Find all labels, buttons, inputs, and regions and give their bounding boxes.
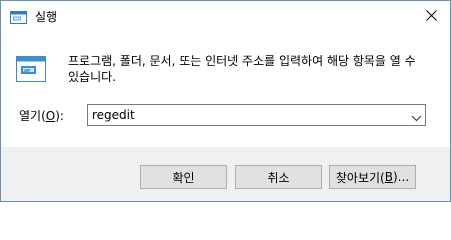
description-text: 프로그램, 폴더, 문서, 또는 인터넷 주소를 입력하여 해당 항목을 열 수… xyxy=(68,54,416,84)
ok-button-label: 확인 xyxy=(172,170,195,185)
open-label-suffix: ): xyxy=(55,109,64,123)
open-label: 열기(O): xyxy=(19,109,64,124)
window-title: 실행 xyxy=(35,10,58,24)
run-dialog-icon xyxy=(10,11,27,24)
open-label-prefix: 열기( xyxy=(19,109,46,123)
close-button[interactable] xyxy=(413,1,450,32)
ok-button[interactable]: 확인 xyxy=(140,165,227,189)
dialog-body: 프로그램, 폴더, 문서, 또는 인터넷 주소를 입력하여 해당 항목을 열 수… xyxy=(1,33,450,147)
cancel-button[interactable]: 취소 xyxy=(235,165,322,189)
chevron-down-icon[interactable] xyxy=(411,111,422,122)
run-dialog: 실행 프로그램, 폴더, 문서, 또는 인터넷 주소를 입력하여 해당 항목을 … xyxy=(0,0,451,202)
cancel-button-label: 취소 xyxy=(267,170,290,185)
close-icon xyxy=(426,9,437,24)
browse-button[interactable]: 찾아보기(B)... xyxy=(329,165,416,189)
open-label-hotkey: O xyxy=(45,109,56,123)
browse-label-suffix: )... xyxy=(392,170,410,184)
run-dialog-icon xyxy=(16,56,46,82)
browse-label-prefix: 찾아보기( xyxy=(335,170,385,185)
open-input[interactable]: regedit xyxy=(92,108,135,123)
open-combobox[interactable]: regedit xyxy=(87,104,426,126)
button-bar: 확인 취소 찾아보기(B)... xyxy=(1,147,450,201)
browse-label-hotkey: B xyxy=(384,170,393,184)
title-bar[interactable]: 실행 xyxy=(1,1,450,33)
